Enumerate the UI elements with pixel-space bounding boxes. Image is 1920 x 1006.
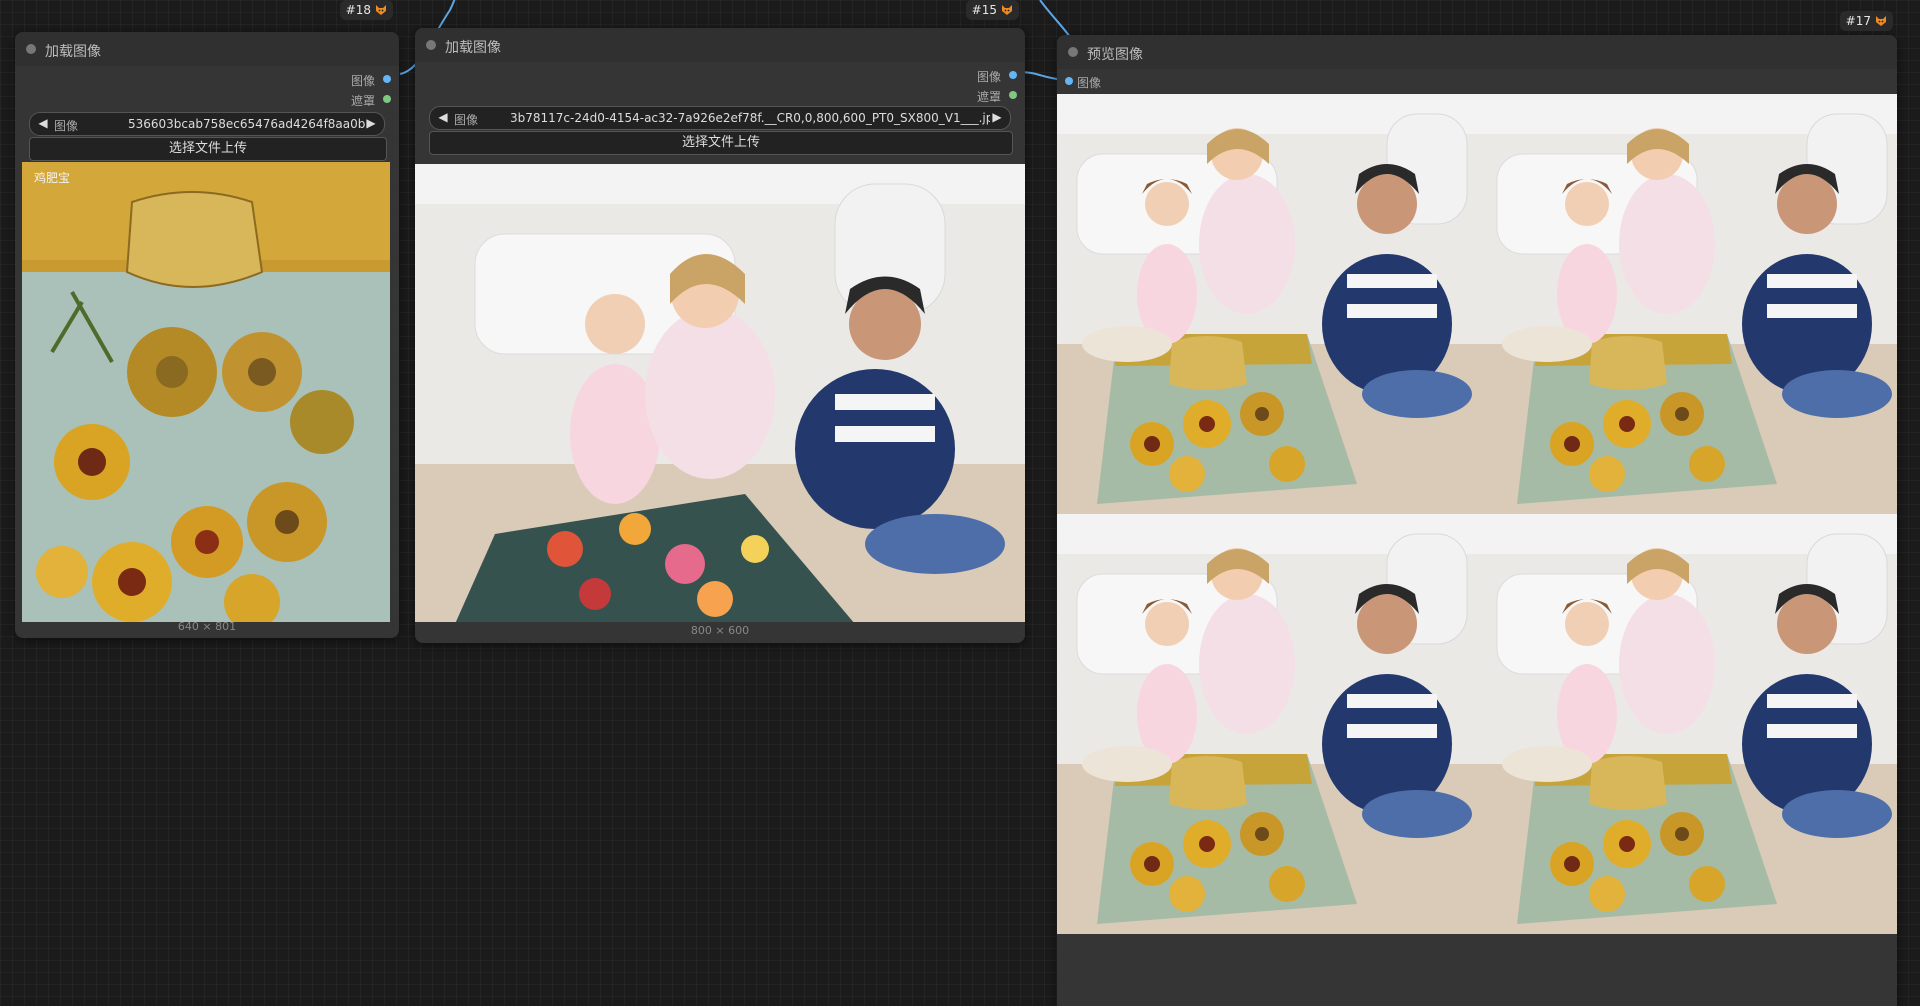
output-slot-image[interactable]: 图像 — [415, 65, 1025, 85]
image-dimensions: 800 × 600 — [690, 624, 750, 637]
image-slot-dot-icon[interactable] — [383, 75, 391, 83]
collapse-dot-icon[interactable] — [26, 44, 36, 54]
preview-grid — [1057, 94, 1897, 934]
arrow-right-icon[interactable]: ▶ — [364, 116, 378, 130]
combo-value: 3b78117c-24d0-4154-ac32-7a926e2ef78f.__C… — [510, 111, 990, 125]
node-header[interactable]: 加载图像 — [415, 28, 1025, 62]
arrow-left-icon[interactable]: ◀ — [436, 110, 450, 124]
node-title: 加载图像 — [445, 40, 501, 56]
collapse-dot-icon[interactable] — [1068, 47, 1078, 57]
watermark-text: 鸡肥宝 — [34, 170, 70, 185]
load-image-node-18[interactable]: #18 加载图像 图像 遮罩 ◀ 图像 536603bcab758ec65476… — [15, 0, 399, 638]
input-slot-image[interactable]: 图像 — [1057, 71, 1897, 91]
image-slot-dot-icon[interactable] — [1009, 71, 1017, 79]
node-id-badge: #18 — [339, 0, 393, 20]
mask-slot-dot-icon[interactable] — [1009, 91, 1017, 99]
node-title: 预览图像 — [1087, 47, 1143, 63]
fox-icon — [375, 4, 387, 16]
mask-slot-dot-icon[interactable] — [383, 95, 391, 103]
node-id-badge: #17 — [1839, 11, 1893, 31]
collapse-dot-icon[interactable] — [426, 40, 436, 50]
family-puzzle-image — [415, 164, 1025, 622]
load-image-node-15[interactable]: #15 加载图像 图像 遮罩 ◀ 图像 3b78117c-24d0-4154-a… — [415, 0, 1025, 643]
node-header[interactable]: 预览图像 — [1057, 35, 1897, 69]
node-title: 加载图像 — [45, 44, 101, 60]
sunflowers-image: 鸡肥宝 — [22, 162, 390, 622]
arrow-right-icon[interactable]: ▶ — [990, 110, 1004, 124]
image-slot-dot-icon[interactable] — [1065, 77, 1073, 85]
combo-value: 536603bcab758ec65476ad4264f8aa0b.jpg — [128, 117, 368, 131]
image-combo[interactable]: ◀ 图像 3b78117c-24d0-4154-ac32-7a926e2ef78… — [429, 106, 1011, 130]
preview-image-1 — [1057, 94, 1478, 515]
arrow-left-icon[interactable]: ◀ — [36, 116, 50, 130]
upload-button[interactable]: 选择文件上传 — [429, 131, 1013, 155]
output-slot-image[interactable]: 图像 — [15, 69, 399, 89]
fox-icon — [1001, 4, 1013, 16]
node-id-badge: #15 — [965, 0, 1019, 20]
fox-icon — [1875, 15, 1887, 27]
node-header[interactable]: 加载图像 — [15, 32, 399, 66]
preview-image-4 — [1476, 513, 1897, 934]
output-slot-mask[interactable]: 遮罩 — [15, 89, 399, 109]
image-combo[interactable]: ◀ 图像 536603bcab758ec65476ad4264f8aa0b.jp… — [29, 112, 385, 136]
preview-image-2 — [1476, 94, 1897, 515]
upload-button[interactable]: 选择文件上传 — [29, 137, 387, 161]
output-slot-mask[interactable]: 遮罩 — [415, 85, 1025, 105]
preview-image-node-17[interactable]: #17 预览图像 图像 — [1057, 11, 1897, 1006]
preview-image-3 — [1057, 513, 1478, 934]
image-dimensions: 640 × 801 — [177, 620, 237, 633]
